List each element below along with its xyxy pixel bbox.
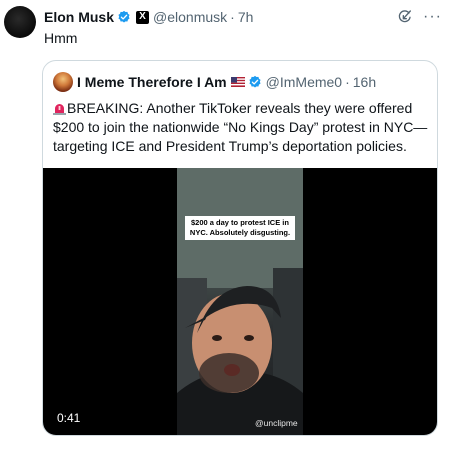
tweet-post[interactable]: Elon Musk X @elonmusk · 7h ··· Hmm I Mem…: [0, 0, 450, 450]
video-watermark: @unclipme: [255, 418, 298, 428]
quoted-post-time[interactable]: 16h: [353, 74, 376, 90]
grok-icon[interactable]: [397, 9, 413, 25]
separator-dot: ·: [345, 74, 350, 90]
quoted-tweet-header: I Meme Therefore I Am @ImMeme0 · 16h: [53, 71, 376, 93]
verified-badge-icon: [248, 75, 262, 89]
quoted-author-name[interactable]: I Meme Therefore I Am: [77, 74, 227, 90]
siren-icon: [53, 101, 66, 115]
quoted-tweet-body: BREAKING: Another TikToker reveals they …: [53, 100, 428, 154]
author-avatar[interactable]: [4, 6, 36, 38]
quoted-tweet-text: BREAKING: Another TikToker reveals they …: [53, 99, 433, 156]
video-player[interactable]: $200 a day to protest ICE in NYC. Absolu…: [43, 168, 437, 435]
video-frame: $200 a day to protest ICE in NYC. Absolu…: [177, 168, 303, 435]
author-handle[interactable]: @elonmusk: [153, 9, 227, 25]
more-options-icon[interactable]: ···: [423, 9, 442, 25]
quoted-tweet[interactable]: I Meme Therefore I Am @ImMeme0 · 16h BRE…: [42, 60, 438, 436]
quoted-author-avatar[interactable]: [53, 72, 73, 92]
author-name[interactable]: Elon Musk: [44, 9, 114, 25]
tweet-header: Elon Musk X @elonmusk · 7h ···: [44, 6, 442, 28]
tweet-text: Hmm: [44, 30, 78, 46]
video-thumbnail: [177, 168, 303, 435]
x-affiliate-badge-icon: X: [136, 10, 150, 24]
us-flag-icon: [230, 77, 245, 87]
separator-dot: ·: [230, 9, 235, 25]
quoted-author-handle[interactable]: @ImMeme0: [266, 74, 342, 90]
video-duration: 0:41: [57, 411, 81, 425]
post-time[interactable]: 7h: [238, 9, 254, 25]
video-caption: $200 a day to protest ICE in NYC. Absolu…: [185, 216, 295, 240]
verified-badge-icon: [117, 10, 131, 24]
